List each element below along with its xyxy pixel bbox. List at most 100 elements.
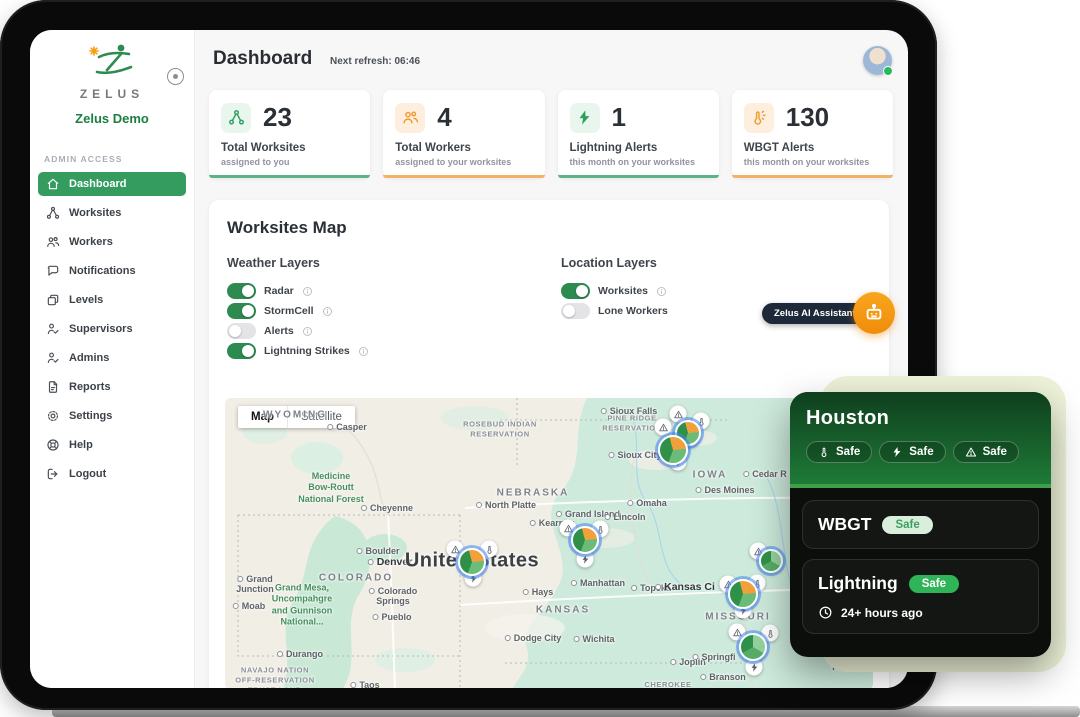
stat-iconbox bbox=[744, 103, 774, 133]
houston-card-header: Houston SafeSafeSafe bbox=[790, 392, 1051, 484]
sidebar-item-label: Workers bbox=[69, 236, 113, 248]
brand-wordmark: ZELUS bbox=[30, 87, 194, 101]
bolt-icon bbox=[580, 554, 590, 564]
status-pill-label: Safe bbox=[836, 446, 860, 458]
app-screen: ZELUS Zelus Demo ADMIN ACCESS Dashboard W… bbox=[30, 30, 908, 688]
worksite-cluster-marker[interactable] bbox=[571, 526, 599, 554]
warning-icon bbox=[732, 627, 742, 637]
info-icon[interactable] bbox=[656, 286, 667, 297]
stat-sublabel: this month on your worksites bbox=[744, 157, 881, 167]
org-name: Zelus Demo bbox=[30, 111, 194, 126]
lightning-strikes-switch[interactable] bbox=[227, 343, 256, 359]
layer-toggle-alerts: Alerts bbox=[227, 321, 561, 341]
warning-icon bbox=[450, 544, 460, 554]
warning-icon bbox=[563, 523, 573, 533]
stat-top: 23 bbox=[221, 102, 358, 133]
houston-status-card: Houston SafeSafeSafe WBGTSafeLightningSa… bbox=[790, 392, 1051, 657]
bolt-icon bbox=[749, 662, 759, 672]
sidebar-item-settings[interactable]: Settings bbox=[38, 404, 186, 428]
sidebar-item-reports[interactable]: Reports bbox=[38, 375, 186, 399]
layer-toggle-worksites: Worksites bbox=[561, 281, 668, 301]
stat-value: 1 bbox=[612, 102, 626, 133]
user-avatar[interactable] bbox=[863, 46, 892, 75]
stat-iconbox bbox=[395, 103, 425, 133]
sidebar-item-label: Help bbox=[69, 439, 93, 451]
marker-warning-badge[interactable] bbox=[655, 419, 672, 436]
worksite-cluster-marker[interactable] bbox=[728, 579, 758, 609]
info-icon[interactable] bbox=[302, 326, 313, 337]
info-icon[interactable] bbox=[302, 286, 313, 297]
lone-workers-switch[interactable] bbox=[561, 303, 590, 319]
people-icon bbox=[46, 235, 60, 249]
sidebar-item-label: Logout bbox=[69, 468, 106, 480]
sidebar-item-admins[interactable]: Admins bbox=[38, 346, 186, 370]
info-icon[interactable] bbox=[322, 306, 333, 317]
stat-label: Lightning Alerts bbox=[570, 142, 707, 154]
satellite-view-button[interactable]: Satellite bbox=[287, 406, 355, 428]
info-icon[interactable] bbox=[358, 346, 369, 357]
stat-value: 130 bbox=[786, 102, 829, 133]
houston-row-wbgt: WBGTSafe bbox=[802, 500, 1039, 549]
sidebar-item-notifications[interactable]: Notifications bbox=[38, 259, 186, 283]
layers-row: Weather Layers RadarStormCellAlertsLight… bbox=[209, 238, 889, 361]
warning-icon bbox=[673, 409, 683, 419]
wbgt-icon bbox=[750, 109, 767, 126]
layer-toggle-radar: Radar bbox=[227, 281, 561, 301]
sidebar-item-dashboard[interactable]: Dashboard bbox=[38, 172, 186, 196]
sidebar-item-levels[interactable]: Levels bbox=[38, 288, 186, 312]
sidebar-item-label: Notifications bbox=[69, 265, 136, 277]
sidebar-item-label: Levels bbox=[69, 294, 103, 306]
toggle-label: Alerts bbox=[264, 325, 294, 337]
worksites-map-panel: Worksites Map Weather Layers RadarStormC… bbox=[209, 200, 889, 688]
stat-top: 4 bbox=[395, 102, 532, 133]
radar-switch[interactable] bbox=[227, 283, 256, 299]
sitemap-icon bbox=[228, 109, 245, 126]
worksite-cluster-marker[interactable] bbox=[658, 435, 688, 465]
time-ago-label: 24+ hours ago bbox=[841, 606, 923, 620]
marker-bolt-badge[interactable] bbox=[746, 659, 763, 676]
sidebar-item-logout[interactable]: Logout bbox=[38, 462, 186, 486]
status-pill-label: Safe bbox=[909, 446, 933, 458]
stat-iconbox bbox=[221, 103, 251, 133]
houston-row-lightning: LightningSafe24+ hours ago bbox=[802, 559, 1039, 634]
sidebar-item-worksites[interactable]: Worksites bbox=[38, 201, 186, 225]
stat-label: Total Worksites bbox=[221, 142, 358, 154]
worksite-cluster-marker[interactable] bbox=[458, 548, 486, 576]
admin-access-label: ADMIN ACCESS bbox=[44, 154, 194, 164]
stormcell-switch[interactable] bbox=[227, 303, 256, 319]
sidebar-item-label: Admins bbox=[69, 352, 109, 364]
sidebar: ZELUS Zelus Demo ADMIN ACCESS Dashboard W… bbox=[30, 30, 195, 688]
safe-badge: Safe bbox=[882, 516, 932, 534]
layer-toggle-stormcell: StormCell bbox=[227, 301, 561, 321]
bolt-icon bbox=[576, 109, 593, 126]
houston-card-body: WBGTSafe LightningSafe24+ hours ago bbox=[790, 488, 1051, 656]
stat-value: 4 bbox=[437, 102, 451, 133]
sidebar-collapse-button[interactable] bbox=[167, 68, 184, 85]
stat-label: Total Workers bbox=[395, 142, 532, 154]
map-terrain bbox=[225, 398, 873, 688]
map-view-button[interactable]: Map bbox=[238, 406, 287, 428]
toggle-label: Lone Workers bbox=[598, 305, 668, 317]
sidebar-item-help[interactable]: Help bbox=[38, 433, 186, 457]
worksite-cluster-marker[interactable] bbox=[759, 549, 783, 573]
next-refresh-label: Next refresh: 06:46 bbox=[330, 56, 420, 67]
ai-assistant-button[interactable] bbox=[853, 292, 895, 334]
home-icon bbox=[46, 177, 60, 191]
stat-label: WBGT Alerts bbox=[744, 142, 881, 154]
warning-icon bbox=[965, 446, 977, 458]
thermo-icon bbox=[765, 628, 775, 638]
layer-toggle-lone-workers: Lone Workers bbox=[561, 301, 668, 321]
worksites-switch[interactable] bbox=[561, 283, 590, 299]
sidebar-item-supervisors[interactable]: Supervisors bbox=[38, 317, 186, 341]
sidebar-item-workers[interactable]: Workers bbox=[38, 230, 186, 254]
worksites-map[interactable]: Map Satellite WYOMINGCasperPINE RIDGE RE… bbox=[225, 398, 873, 688]
assistant-tooltip: Zelus AI Assistant bbox=[762, 303, 868, 324]
worksite-cluster-marker[interactable] bbox=[739, 633, 767, 661]
sidebar-nav: Dashboard Worksites Workers Notifications Le… bbox=[30, 172, 194, 486]
sidebar-item-label: Reports bbox=[69, 381, 111, 393]
stat-sublabel: this month on your worksites bbox=[570, 157, 707, 167]
alerts-switch[interactable] bbox=[227, 323, 256, 339]
houston-bolt-status-pill: Safe bbox=[879, 441, 945, 463]
toggle-label: Worksites bbox=[598, 285, 648, 297]
status-pill-label: Safe bbox=[983, 446, 1007, 458]
